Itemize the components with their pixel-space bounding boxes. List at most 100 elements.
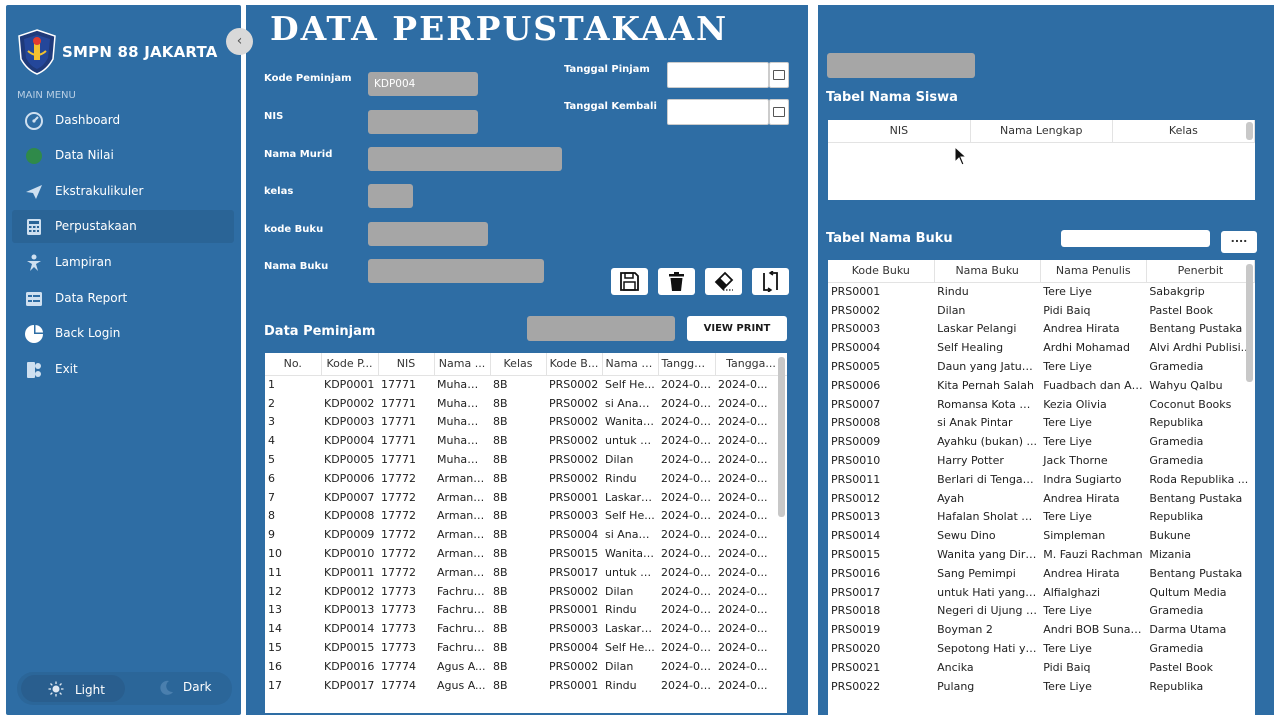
table-cell: Tere Liye	[1043, 679, 1092, 693]
kelas-field[interactable]	[368, 184, 413, 208]
delete-button[interactable]	[658, 268, 695, 295]
save-button[interactable]	[611, 268, 648, 295]
buku-scrollbar[interactable]	[1246, 264, 1253, 382]
theme-dark-label[interactable]: Dark	[183, 680, 211, 694]
column-header[interactable]: Penerbit	[1146, 260, 1255, 283]
tanggal-pinjam-calendar-button[interactable]	[769, 62, 789, 88]
column-header[interactable]: Kelas	[490, 353, 547, 376]
sidebar-item-lampiran[interactable]: Lampiran	[12, 246, 234, 279]
column-header[interactable]: Nama Penulis	[1040, 260, 1147, 283]
table-row[interactable]: 17 KDP0017 17774 Agus A... 8B PRS0001 Rindu 202…	[265, 676, 787, 695]
table-row[interactable]: PRS0009 Ayahku (bukan) ... Tere Liye Gramed…	[828, 432, 1255, 451]
search-buku-input[interactable]	[1061, 230, 1210, 247]
column-header[interactable]: Kode Buku	[828, 260, 935, 283]
column-header[interactable]: Nama B...	[602, 353, 659, 376]
table-row[interactable]: PRS0019 Boyman 2 Andri BOB Sunardi Darma Ut…	[828, 620, 1255, 639]
search-peminjam-field[interactable]	[527, 316, 675, 341]
column-header[interactable]: Kode B...	[546, 353, 603, 376]
tanggal-kembali-calendar-button[interactable]	[769, 99, 789, 125]
table-row[interactable]: 14 KDP0014 17773 Fachrul ... 8B PRS0003 Laskar…	[265, 619, 787, 638]
table-row[interactable]: 9 KDP0009 17772 Arman ... 8B PRS0004 si Anak .…	[265, 525, 787, 544]
column-header[interactable]: Tanggal...	[658, 353, 716, 376]
nis-field[interactable]	[368, 110, 478, 134]
table-row[interactable]: 15 KDP0015 17773 Fachrul ... 8B PRS0004 Self H…	[265, 638, 787, 657]
table-row[interactable]: 6 KDP0006 17772 Arman ... 8B PRS0002 Rindu 2024…	[265, 469, 787, 488]
theme-light-option[interactable]: Light	[21, 675, 125, 702]
sidebar-item-exit[interactable]: Exit	[12, 353, 234, 386]
table-row[interactable]: 13 KDP0013 17773 Fachrul ... 8B PRS0001 Rindu 2…	[265, 601, 787, 620]
table-row[interactable]: PRS0022 Pulang Tere Liye Republika	[828, 677, 1255, 696]
table-row[interactable]: PRS0021 Ancika Pidi Baiq Pastel Book	[828, 658, 1255, 677]
sidebar-item-dashboard[interactable]: Dashboard	[12, 104, 234, 137]
column-header[interactable]: Nama Lengkap	[970, 120, 1113, 143]
search-siswa-field[interactable]	[827, 53, 975, 78]
table-row[interactable]: 7 KDP0007 17772 Arman ... 8B PRS0001 Laskar ..…	[265, 488, 787, 507]
sidebar-item-ekstrakulikuler[interactable]: Ekstrakulikuler	[12, 175, 234, 208]
table-row[interactable]: PRS0005 Daun yang Jatuh... Tere Liye Gramed…	[828, 357, 1255, 376]
table-row[interactable]: PRS0008 si Anak Pintar Tere Liye Republika	[828, 414, 1255, 433]
table-row[interactable]: PRS0004 Self Healing Ardhi Mohamad Alvi Ard…	[828, 338, 1255, 357]
siswa-table[interactable]: NIS Nama Lengkap Kelas	[828, 120, 1255, 200]
table-row[interactable]: 11 KDP0011 17772 Arman ... 8B PRS0017 untuk H.…	[265, 563, 787, 582]
sidebar-item-data-report[interactable]: Data Report	[12, 282, 234, 315]
table-row[interactable]: PRS0006 Kita Pernah Salah Fuadbach dan Ar.…	[828, 376, 1255, 395]
peminjam-scrollbar[interactable]	[778, 357, 785, 517]
siswa-scrollbar[interactable]	[1246, 122, 1253, 140]
tanggal-kembali-field[interactable]	[667, 99, 769, 125]
kode-peminjam-field[interactable]: KDP004	[368, 72, 478, 96]
table-row[interactable]: 8 KDP0008 17772 Arman ... 8B PRS0003 Self He..…	[265, 507, 787, 526]
table-row[interactable]: PRS0020 Sepotong Hati ya... Tere Liye Grame…	[828, 639, 1255, 658]
sidebar-item-perpustakaan[interactable]: Perpustakaan	[12, 210, 234, 243]
column-header[interactable]: Kode P...	[321, 353, 379, 376]
sidebar-item-label: Exit	[55, 362, 78, 376]
table-row[interactable]: PRS0002 Dilan Pidi Baiq Pastel Book	[828, 301, 1255, 320]
table-row[interactable]: PRS0015 Wanita yang Diri... M. Fauzi Rachm…	[828, 545, 1255, 564]
table-row[interactable]: PRS0014 Sewu Dino Simpleman Bukune	[828, 526, 1255, 545]
table-row[interactable]: 1 KDP0001 17771 Muham... 8B PRS0002 Self He...…	[265, 375, 787, 394]
table-row[interactable]: PRS0003 Laskar Pelangi Andrea Hirata Bentan…	[828, 320, 1255, 339]
column-header[interactable]: Nama Buku	[934, 260, 1041, 283]
kode-buku-field[interactable]	[368, 222, 488, 246]
collapse-sidebar-button[interactable]: ‹	[226, 28, 253, 55]
sidebar-item-data-nilai[interactable]: Data Nilai	[12, 139, 234, 172]
nama-buku-field[interactable]	[368, 259, 544, 283]
column-header[interactable]: Tangga...	[715, 353, 787, 376]
table-row[interactable]: 2 KDP0002 17771 Muham... 8B PRS0002 si Anak ..…	[265, 394, 787, 413]
table-cell: Pastel Book	[1149, 303, 1213, 317]
table-row[interactable]: PRS0010 Harry Potter Jack Thorne Gramedia	[828, 451, 1255, 470]
table-row[interactable]: 3 KDP0003 17771 Muham... 8B PRS0002 Wanita ...…	[265, 413, 787, 432]
clear-button[interactable]	[705, 268, 742, 295]
table-cell: 8B	[493, 659, 508, 673]
table-cell: 2024-05...	[661, 565, 715, 579]
column-header[interactable]: NIS	[828, 120, 971, 143]
table-row[interactable]: PRS0013 Hafalan Sholat D... Tere Liye Repub…	[828, 508, 1255, 527]
table-row[interactable]: PRS0001 Rindu Tere Liye Sabakgrip	[828, 282, 1255, 301]
peminjam-table[interactable]: No. Kode P... NIS Nama ... Kelas Kode B... Nam…	[265, 353, 787, 713]
buku-table[interactable]: Kode Buku Nama Buku Nama Penulis Penerbit P…	[828, 260, 1255, 715]
table-row[interactable]: 5 KDP0005 17771 Muham... 8B PRS0002 Dilan 2024-…	[265, 450, 787, 469]
table-row[interactable]: PRS0012 Ayah Andrea Hirata Bentang Pustaka	[828, 489, 1255, 508]
table-cell: Self He...	[605, 378, 655, 392]
sidebar-item-back-login[interactable]: Back Login	[12, 317, 234, 350]
view-print-button[interactable]: VIEW PRINT	[687, 316, 787, 341]
table-row[interactable]: PRS0011 Berlari di Tengah... Indra Sugiart…	[828, 470, 1255, 489]
search-buku-button[interactable]: ....	[1221, 231, 1257, 253]
table-row[interactable]: 16 KDP0016 17774 Agus A... 8B PRS0002 Dilan 202…	[265, 657, 787, 676]
table-cell: PRS0010	[831, 454, 881, 468]
tanggal-pinjam-field[interactable]	[667, 62, 769, 88]
column-header[interactable]: Nama ...	[434, 353, 491, 376]
table-row[interactable]: 4 KDP0004 17771 Muham... 8B PRS0002 untuk H...…	[265, 431, 787, 450]
column-header[interactable]: NIS	[378, 353, 435, 376]
nama-murid-field[interactable]	[368, 147, 562, 171]
column-header[interactable]: Kelas	[1112, 120, 1255, 143]
table-row[interactable]: PRS0018 Negeri di Ujung T... Tere Liye Gram…	[828, 602, 1255, 621]
table-cell: 1	[268, 378, 275, 392]
table-row[interactable]: PRS0007 Romansa Kota B... Kezia Olivia Coco…	[828, 395, 1255, 414]
table-row[interactable]: PRS0016 Sang Pemimpi Andrea Hirata Bentang …	[828, 564, 1255, 583]
table-row[interactable]: PRS0017 untuk Hati yang ... Alfialghazi Qul…	[828, 583, 1255, 602]
refresh-button[interactable]	[752, 268, 789, 295]
table-row[interactable]: 10 KDP0010 17772 Arman ... 8B PRS0015 Wanita .…	[265, 544, 787, 563]
table-row[interactable]: 12 KDP0012 17773 Fachrul ... 8B PRS0002 Dilan 2…	[265, 582, 787, 601]
theme-toggle[interactable]: Light Dark	[17, 672, 232, 705]
column-header[interactable]: No.	[265, 353, 322, 376]
